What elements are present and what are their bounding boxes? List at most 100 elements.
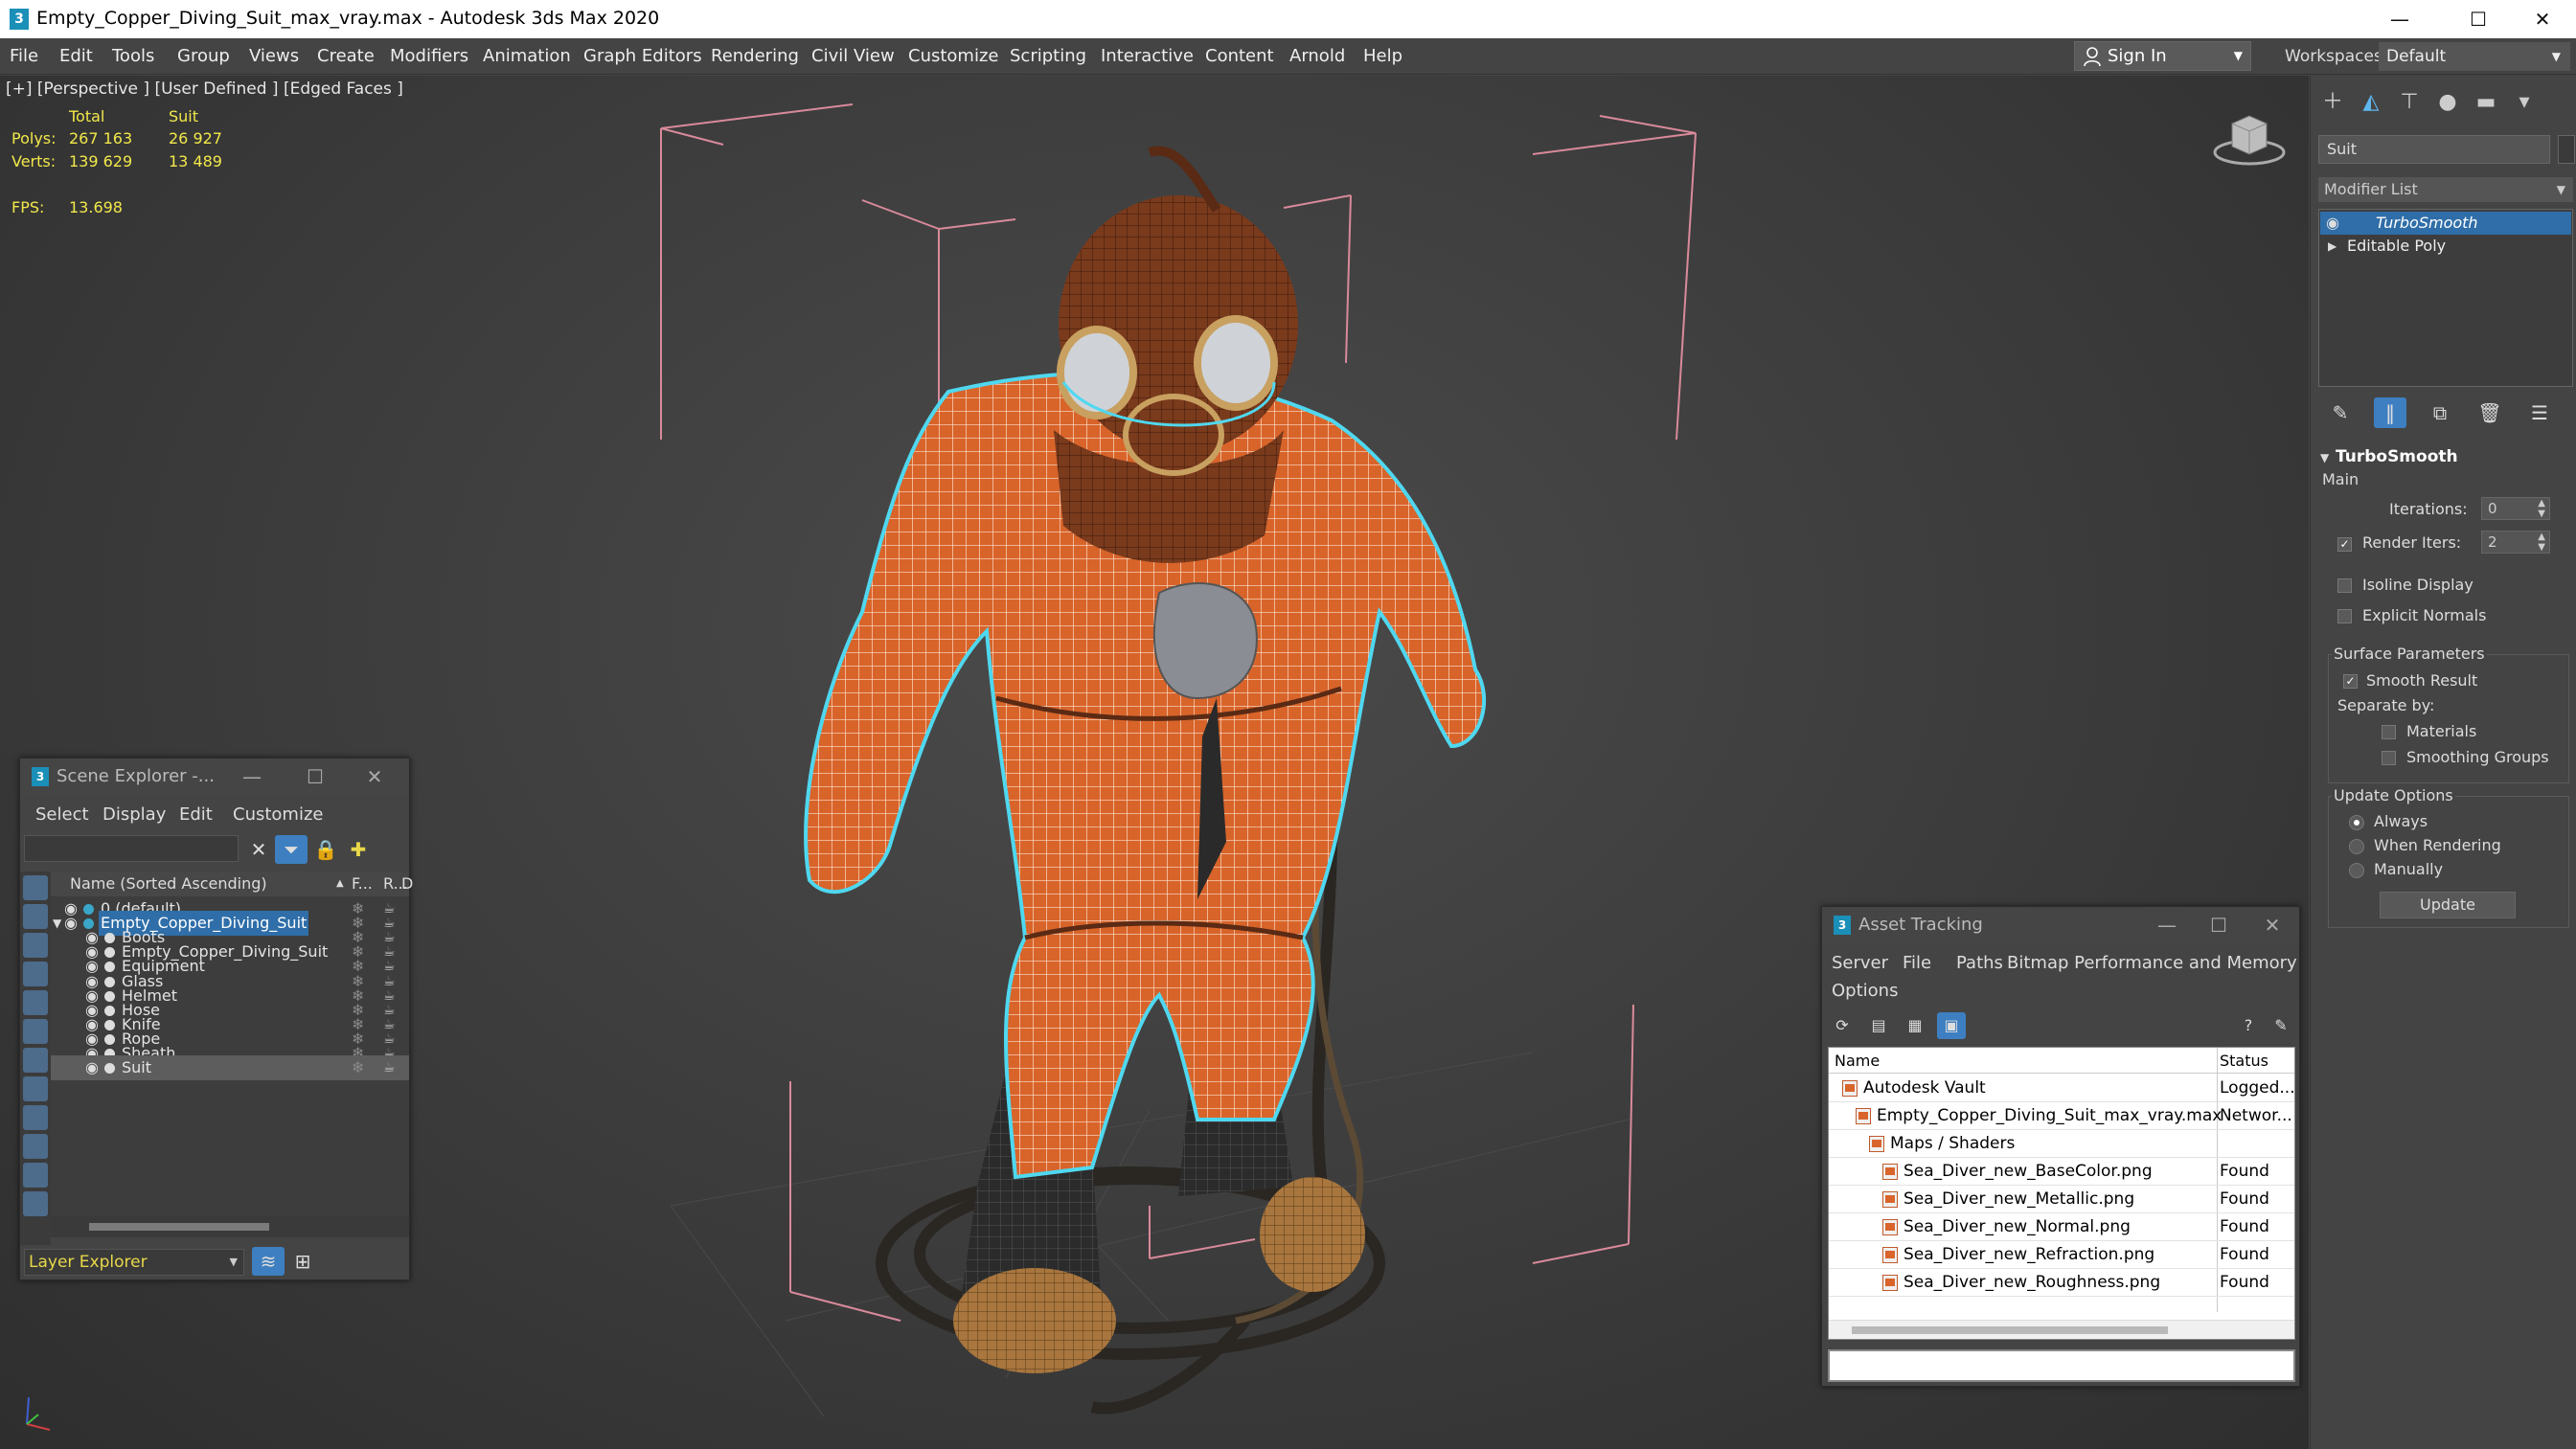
render-iters-spinner[interactable]: 2 ▲ ▼ <box>2481 531 2550 554</box>
scene-search-input[interactable] <box>24 835 239 862</box>
at-menu-bitmap-performance[interactable]: Bitmap Performance and Memory <box>2007 953 2297 973</box>
at-menu-file[interactable]: File <box>1903 953 1931 973</box>
update-button[interactable]: Update <box>2380 892 2516 918</box>
configure-sets-icon[interactable]: ☰ <box>2523 397 2556 428</box>
asset-row[interactable]: Sea_Diver_new_Roughness.png Found <box>1829 1269 2294 1297</box>
menu-group[interactable]: Group <box>177 38 230 75</box>
layer-stack-icon[interactable]: ≋ <box>252 1247 285 1276</box>
asset-row[interactable]: Sea_Diver_new_Refraction.png Found <box>1829 1241 2294 1269</box>
asset-tracking-titlebar[interactable]: 3 Asset Tracking — ☐ ✕ <box>1822 907 2299 943</box>
menu-help[interactable]: Help <box>1363 38 1402 75</box>
minimize-button[interactable]: — <box>233 762 271 791</box>
scrollbar-thumb[interactable] <box>1852 1326 2168 1334</box>
asset-row[interactable]: Maps / Shaders <box>1829 1130 2294 1158</box>
help-icon[interactable]: ? <box>2234 1012 2263 1039</box>
add-layer-icon[interactable]: ✚ <box>342 835 375 864</box>
viewcube-icon[interactable] <box>2211 104 2288 171</box>
viewport-label-menu[interactable]: [+] [Perspective ] [User Defined ] [Edge… <box>6 79 403 99</box>
when-rendering-radio[interactable] <box>2349 839 2364 854</box>
menu-arnold[interactable]: Arnold <box>1289 38 1345 75</box>
renderable-icon[interactable]: ☕ <box>383 1055 396 1080</box>
scene-tree-hscrollbar[interactable] <box>51 1216 409 1237</box>
settings-icon[interactable]: ✎ <box>2267 1012 2295 1039</box>
menu-graph-editors[interactable]: Graph Editors <box>583 38 702 75</box>
utilities-icon[interactable]: ▾ <box>2506 87 2542 118</box>
workspace-select[interactable]: Default ▼ <box>2379 42 2570 71</box>
asset-path-field[interactable] <box>1828 1349 2295 1382</box>
menu-customize[interactable]: Customize <box>908 38 998 75</box>
minimize-button[interactable]: — <box>2148 911 2186 940</box>
filter-icon[interactable]: ⏷ <box>275 835 308 864</box>
menu-views[interactable]: Views <box>249 38 299 75</box>
hierarchy-icon[interactable]: ⊤ <box>2391 87 2428 118</box>
col-display-header[interactable]: D <box>401 872 413 896</box>
at-menu-paths[interactable]: Paths <box>1956 953 2003 973</box>
object-color-swatch[interactable] <box>2558 135 2575 164</box>
clear-search-icon[interactable]: ✕ <box>242 835 275 864</box>
asset-row[interactable]: Autodesk Vault Logged... <box>1829 1075 2294 1102</box>
col-name-header[interactable]: Name <box>1835 1048 1880 1074</box>
layer-explorer-dropdown[interactable]: Layer Explorer ▼ <box>24 1249 244 1276</box>
menu-content[interactable]: Content <box>1205 38 1274 75</box>
smoothing-groups-checkbox[interactable] <box>2382 751 2396 765</box>
modify-icon[interactable]: ◭ <box>2353 87 2389 118</box>
render-iters-checkbox[interactable]: ✓ <box>2337 537 2352 552</box>
display-frozen-icon[interactable] <box>23 1163 48 1188</box>
eye-icon[interactable]: ◉ <box>85 1055 99 1080</box>
asset-row[interactable]: Sea_Diver_new_BaseColor.png Found <box>1829 1158 2294 1186</box>
menu-modifiers[interactable]: Modifiers <box>390 38 468 75</box>
asset-row[interactable]: Sea_Diver_new_Normal.png Found <box>1829 1213 2294 1241</box>
stack-item-turbosmooth[interactable]: ◉ TurboSmooth <box>2320 212 2571 235</box>
rollout-title[interactable]: TurboSmooth <box>2336 447 2458 466</box>
menu-interactive[interactable]: Interactive <box>1101 38 1194 75</box>
scene-explorer-titlebar[interactable]: 3 Scene Explorer -... — ☐ ✕ <box>20 758 409 795</box>
expand-arrow-icon[interactable]: ▶ <box>2328 235 2337 258</box>
list-view-icon[interactable]: ▤ <box>1864 1012 1893 1039</box>
pin-stack-icon[interactable]: ✎ <box>2324 397 2357 428</box>
display-groups-icon[interactable] <box>23 1048 48 1073</box>
se-menu-edit[interactable]: Edit <box>179 804 213 825</box>
iterations-spinner[interactable]: 0 ▲ ▼ <box>2481 497 2550 520</box>
minimize-button[interactable]: — <box>2366 0 2433 38</box>
lock-icon[interactable]: 🔒 <box>309 835 342 864</box>
display-icon[interactable]: ▬ <box>2468 87 2504 118</box>
menu-civil-view[interactable]: Civil View <box>811 38 895 75</box>
asset-row[interactable]: Sea_Diver_new_Metallic.png Found <box>1829 1186 2294 1213</box>
show-end-result-icon[interactable]: ‖ <box>2374 397 2406 428</box>
close-button[interactable]: ✕ <box>355 762 394 791</box>
manually-radio[interactable] <box>2349 863 2364 878</box>
freeze-icon[interactable]: ❄ <box>352 1055 364 1080</box>
create-icon[interactable]: ＋ <box>2314 87 2351 118</box>
display-helpers-icon[interactable] <box>23 990 48 1015</box>
close-button[interactable]: ✕ <box>2509 0 2576 38</box>
maximize-button[interactable]: ☐ <box>2445 0 2512 38</box>
materials-checkbox[interactable] <box>2382 725 2396 739</box>
col-status-header[interactable]: Status <box>2220 1048 2268 1074</box>
modifier-list-dropdown[interactable]: Modifier List ▼ <box>2318 177 2573 202</box>
display-shapes-icon[interactable] <box>23 904 48 929</box>
asset-row[interactable]: Empty_Copper_Diving_Suit_max_vray.max Net… <box>1829 1102 2294 1130</box>
sign-in-dropdown[interactable]: Sign In ▼ <box>2074 41 2251 71</box>
display-cameras-icon[interactable] <box>23 962 48 986</box>
object-name-field[interactable]: Suit <box>2318 135 2550 164</box>
make-unique-icon[interactable]: ⧉ <box>2424 397 2456 428</box>
menu-file[interactable]: File <box>10 38 38 75</box>
asset-table-hscrollbar[interactable] <box>1829 1320 2294 1339</box>
remove-modifier-icon[interactable]: 🗑 <box>2473 397 2506 428</box>
smooth-result-checkbox[interactable]: ✓ <box>2343 674 2358 689</box>
display-spacewarps-icon[interactable] <box>23 1019 48 1044</box>
tree-view-icon[interactable]: ▣ <box>1937 1012 1966 1039</box>
stack-item-editable-poly[interactable]: ▶ Editable Poly <box>2320 235 2571 258</box>
table-view-icon[interactable]: ▦ <box>1901 1012 1929 1039</box>
explicit-normals-checkbox[interactable] <box>2337 609 2352 623</box>
menu-rendering[interactable]: Rendering <box>711 38 799 75</box>
display-xrefs-icon[interactable] <box>23 1076 48 1101</box>
display-hidden-icon[interactable] <box>23 1191 48 1216</box>
display-geometry-icon[interactable] <box>23 875 48 900</box>
menu-animation[interactable]: Animation <box>483 38 571 75</box>
menu-create[interactable]: Create <box>317 38 375 75</box>
col-freeze-header[interactable]: F... <box>352 872 373 896</box>
eye-icon[interactable]: ◉ <box>2326 212 2339 235</box>
menu-tools[interactable]: Tools <box>112 38 154 75</box>
scrollbar-thumb[interactable] <box>89 1223 269 1231</box>
